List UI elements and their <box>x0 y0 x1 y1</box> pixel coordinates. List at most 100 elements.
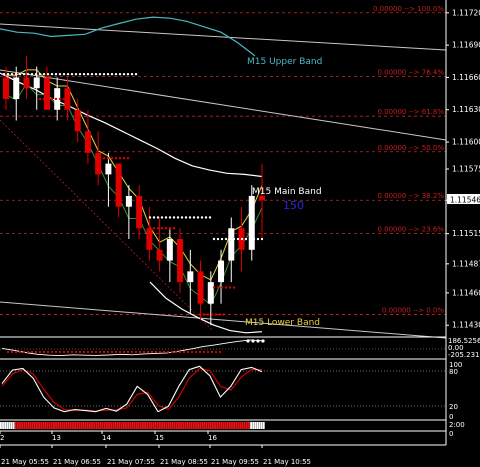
white-dot-marker <box>118 72 122 76</box>
strip-block <box>175 422 178 429</box>
strip-block <box>74 422 77 429</box>
strip-block <box>190 422 193 429</box>
candle-body <box>197 271 204 304</box>
cci-red-dot <box>70 350 74 354</box>
strip-block <box>23 422 26 429</box>
bottom-x-tick-label: 21 May 07:55 <box>107 458 155 466</box>
candle-body <box>23 77 30 89</box>
strip-block <box>192 422 195 429</box>
strip-block <box>171 422 174 429</box>
strip-label-top: 2:00 <box>449 421 465 429</box>
red-dot-marker <box>122 157 126 160</box>
white-dot-marker <box>180 216 184 219</box>
strip-block <box>262 422 265 429</box>
strip-block <box>108 422 110 429</box>
strip-block <box>69 422 72 429</box>
candle-body <box>156 249 163 261</box>
cci-red-dot <box>182 350 186 354</box>
cci-red-dot <box>38 350 42 354</box>
candle-body <box>177 239 184 283</box>
cci-red-dot <box>10 350 14 354</box>
strip-block <box>78 422 81 429</box>
cci-red-dot <box>166 350 170 354</box>
strip-block <box>243 422 246 429</box>
strip-block <box>40 422 43 429</box>
cci-white-dot <box>251 339 255 343</box>
strip-block <box>235 422 238 429</box>
fib-level-label: 0.00000 --> 61.8% <box>377 108 444 116</box>
white-dot-marker <box>114 72 118 76</box>
white-dot-marker <box>14 72 18 76</box>
upper-x-tick-label: 2 <box>0 434 4 442</box>
upper-x-tick-label: 13 <box>52 434 61 442</box>
white-dot-marker <box>130 72 134 76</box>
white-dot-marker <box>228 237 232 241</box>
strip-block <box>173 422 176 429</box>
price-label: 1.11460 <box>452 288 480 297</box>
strip-block <box>82 422 85 429</box>
strip-block <box>154 422 157 429</box>
white-dot-marker <box>34 72 38 76</box>
strip-block <box>99 422 102 429</box>
strip-block <box>137 422 140 429</box>
cci-red-dot <box>186 350 190 354</box>
strip-block <box>14 422 17 429</box>
bottom-x-tick-label: 21 May 10:55 <box>263 458 311 466</box>
white-dot-marker <box>62 72 66 76</box>
cci-red-dot <box>62 350 66 354</box>
strip-block <box>214 422 216 429</box>
candle-body <box>105 163 112 175</box>
candle-body <box>125 195 132 207</box>
strip-block <box>254 422 257 429</box>
white-dot-marker <box>260 237 264 241</box>
strip-block <box>220 422 223 429</box>
red-dot-marker <box>156 227 160 230</box>
white-dot-marker <box>220 237 224 241</box>
cci-red-dot <box>26 350 30 354</box>
strip-block <box>169 422 172 429</box>
cci-red-dot <box>146 350 150 354</box>
red-dot-marker <box>168 227 172 230</box>
strip-block <box>241 422 244 429</box>
strip-block <box>42 422 45 429</box>
strip-block <box>250 422 252 429</box>
cci-red-dot <box>50 350 54 354</box>
strip-block <box>118 422 121 429</box>
strip-block <box>120 422 123 429</box>
strip-block <box>142 422 144 429</box>
strip-block <box>216 422 219 429</box>
strip-block <box>4 422 7 429</box>
candle-body <box>187 271 194 283</box>
white-dot-marker <box>196 216 200 219</box>
strip-block <box>112 422 115 429</box>
white-dot-marker <box>46 72 50 76</box>
strip-block <box>67 422 70 429</box>
price-label: 1.11660 <box>452 73 480 82</box>
cci-red-dot <box>22 350 26 354</box>
cci-white-dot <box>261 339 265 343</box>
red-dot-marker <box>106 157 110 160</box>
red-dot-marker <box>98 157 102 160</box>
strip-block <box>103 422 106 429</box>
strip-block <box>80 422 83 429</box>
red-dot-marker <box>222 313 226 316</box>
current-price-label: 1.11546 <box>450 196 480 205</box>
fib-level-label: 0.00000 --> 23.6% <box>377 226 444 234</box>
cci-red-dot <box>18 350 22 354</box>
candle-body <box>136 195 143 229</box>
trading-chart: 0.00000 --> 100.0% 0.00000 --> 76.4% 0.000… <box>0 0 480 467</box>
white-dot-marker <box>38 72 42 76</box>
strip-block <box>10 422 13 429</box>
strip-block <box>19 422 21 429</box>
red-dot-marker <box>220 286 224 289</box>
strip-block <box>12 422 15 429</box>
strip-block <box>27 422 30 429</box>
white-dot-marker <box>26 72 30 76</box>
strip-block <box>33 422 36 429</box>
strip-block <box>165 422 168 429</box>
strip-block <box>212 422 214 429</box>
strip-block <box>6 422 9 429</box>
strip-block <box>237 422 240 429</box>
price-label: 1.11430 <box>452 321 480 330</box>
strip-block <box>50 422 53 429</box>
